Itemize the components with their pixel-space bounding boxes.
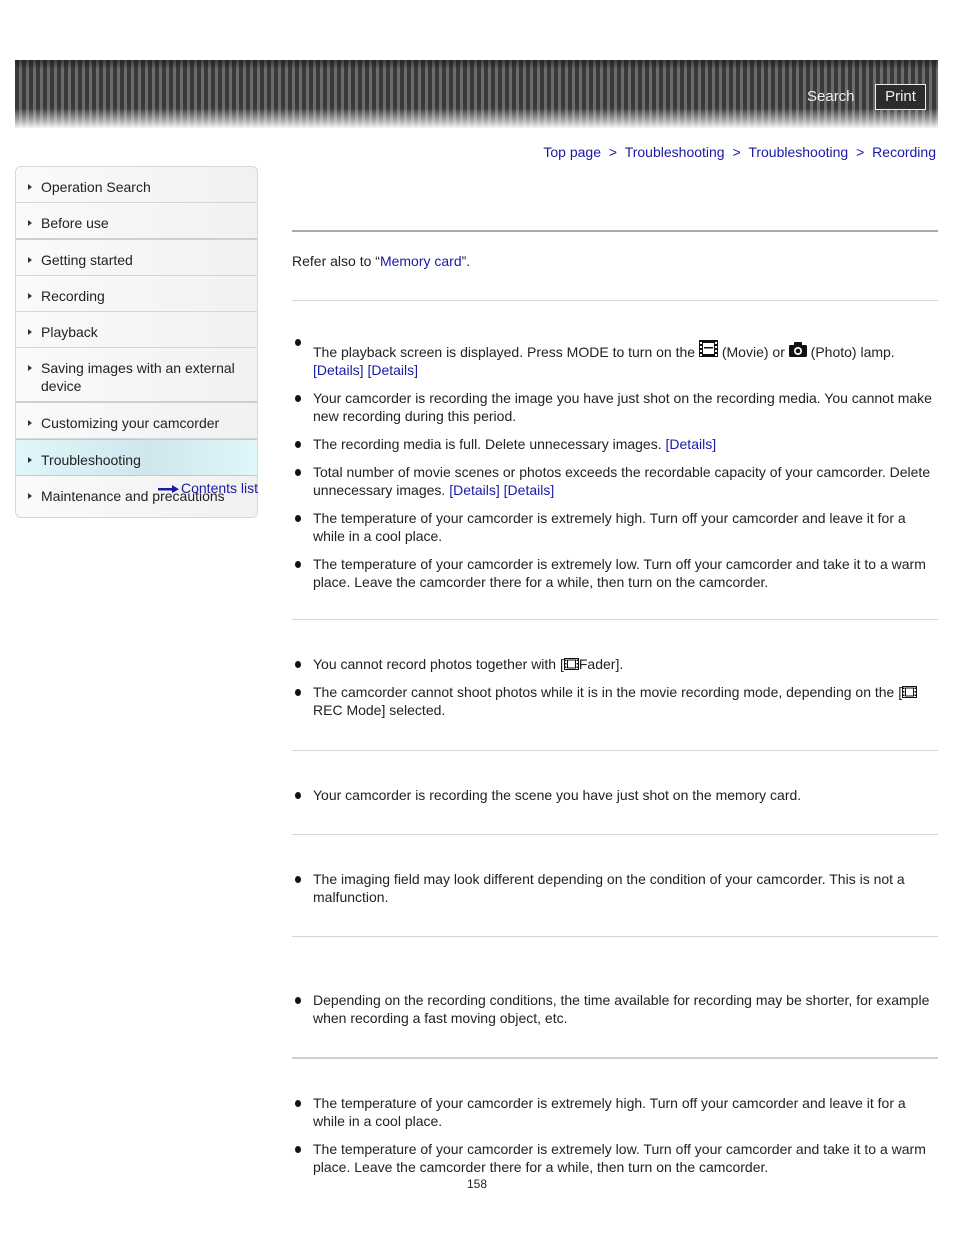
item-text: Your camcorder is recording the scene yo… — [313, 787, 802, 803]
item-text: The playback screen is displayed. Press … — [313, 344, 699, 360]
sidebar-item-label: Before use — [41, 215, 109, 231]
list-item: The camcorder cannot shoot photos while … — [292, 683, 938, 719]
list-item: The temperature of your camcorder is ext… — [292, 1140, 938, 1176]
sidebar-item-saving-images[interactable]: Saving images with an external device — [16, 348, 257, 403]
bullet-list-section-3: Your camcorder is recording the scene yo… — [292, 786, 938, 814]
sidebar-item-label: Troubleshooting — [41, 452, 141, 468]
list-item: Your camcorder is recording the scene yo… — [292, 786, 938, 804]
movie-icon — [698, 340, 718, 357]
contents-list-label: Contents list — [181, 480, 259, 496]
triangle-right-icon — [28, 220, 32, 226]
sidebar-item-before-use[interactable]: Before use — [16, 203, 257, 240]
list-item: The playback screen is displayed. Press … — [292, 337, 938, 379]
divider — [292, 750, 938, 751]
item-text: The recording media is full. Delete unne… — [313, 436, 666, 452]
breadcrumb-recording[interactable]: Recording — [872, 144, 936, 160]
bullet-list-section-4: The imaging field may look different dep… — [292, 870, 938, 916]
bullet-list-section-5: Depending on the recording conditions, t… — [292, 991, 938, 1037]
divider — [292, 834, 938, 835]
bullet-list-section-2: You cannot record photos together with [… — [292, 655, 938, 729]
sidebar-item-customizing[interactable]: Customizing your camcorder — [16, 403, 257, 439]
item-text: The imaging field may look different dep… — [313, 871, 905, 905]
page-number: 158 — [467, 1177, 488, 1191]
arrow-right-icon — [158, 485, 179, 494]
triangle-right-icon — [28, 329, 32, 335]
item-text: The temperature of your camcorder is ext… — [313, 1141, 926, 1175]
print-button[interactable]: Print — [875, 84, 926, 110]
details-link[interactable]: [Details] — [449, 482, 500, 498]
item-text: The temperature of your camcorder is ext… — [313, 1095, 906, 1129]
list-item: The imaging field may look different dep… — [292, 870, 938, 906]
sidebar-item-label: Customizing your camcorder — [41, 415, 220, 431]
details-link[interactable]: [Details] — [313, 362, 364, 378]
refer-also-text: Refer also to “Memory card”. — [292, 253, 470, 269]
list-item: Total number of movie scenes or photos e… — [292, 463, 938, 499]
breadcrumb-troubleshooting[interactable]: Troubleshooting — [625, 144, 725, 160]
item-text: You cannot record photos together with [ — [313, 656, 564, 672]
details-link[interactable]: [Details] — [367, 362, 418, 378]
item-text: (Photo) lamp. — [806, 344, 895, 360]
sidebar-item-label: Saving images with an external device — [41, 360, 235, 394]
breadcrumb-top-page[interactable]: Top page — [543, 144, 601, 160]
breadcrumb-separator: > — [856, 144, 865, 160]
breadcrumb: Top page > Troubleshooting > Troubleshoo… — [543, 144, 936, 160]
item-text: Your camcorder is recording the image yo… — [313, 390, 932, 424]
item-text: The temperature of your camcorder is ext… — [313, 510, 906, 544]
list-item: Depending on the recording conditions, t… — [292, 991, 938, 1027]
sidebar-item-label: Recording — [41, 288, 105, 304]
bullet-list-section-1: The playback screen is displayed. Press … — [292, 337, 938, 601]
contents-list-link[interactable]: Contents list — [158, 480, 258, 496]
item-text: Fader]. — [578, 656, 624, 672]
sidebar-nav: Operation Search Before use Getting star… — [15, 166, 258, 518]
triangle-right-icon — [28, 365, 32, 371]
sidebar-item-operation-search[interactable]: Operation Search — [16, 167, 257, 203]
breadcrumb-troubleshooting-sub[interactable]: Troubleshooting — [748, 144, 848, 160]
bullet-list-section-6: The temperature of your camcorder is ext… — [292, 1094, 938, 1186]
list-item: The temperature of your camcorder is ext… — [292, 1094, 938, 1130]
refer-prefix: Refer also to “ — [292, 253, 380, 269]
item-text: Total number of movie scenes or photos e… — [313, 464, 931, 498]
item-text: (Movie) or — [717, 344, 789, 360]
breadcrumb-separator: > — [732, 144, 741, 160]
triangle-right-icon — [28, 420, 32, 426]
triangle-right-icon — [28, 493, 32, 499]
sidebar-item-getting-started[interactable]: Getting started — [16, 240, 257, 276]
list-item: Your camcorder is recording the image yo… — [292, 389, 938, 425]
triangle-right-icon — [28, 257, 32, 263]
refer-suffix: ”. — [461, 253, 471, 269]
triangle-right-icon — [28, 293, 32, 299]
divider — [292, 619, 938, 620]
item-text: REC Mode] selected. — [313, 702, 446, 718]
details-link[interactable]: [Details] — [504, 482, 555, 498]
list-item: You cannot record photos together with [… — [292, 655, 938, 673]
sidebar-item-label: Playback — [41, 324, 98, 340]
memory-card-link[interactable]: Memory card — [380, 253, 462, 269]
movie-icon — [563, 658, 579, 670]
item-text: The temperature of your camcorder is ext… — [313, 556, 926, 590]
header-bar: Search Print — [15, 60, 938, 128]
list-item: The recording media is full. Delete unne… — [292, 435, 938, 453]
divider — [292, 300, 938, 301]
sidebar-item-label: Getting started — [41, 252, 133, 268]
triangle-right-icon — [28, 457, 32, 463]
sidebar-item-label: Operation Search — [41, 179, 151, 195]
divider — [292, 936, 938, 937]
sidebar-item-troubleshooting[interactable]: Troubleshooting — [16, 439, 257, 476]
item-text: Depending on the recording conditions, t… — [313, 992, 930, 1026]
divider — [292, 230, 938, 232]
list-item: The temperature of your camcorder is ext… — [292, 509, 938, 545]
details-link[interactable]: [Details] — [666, 436, 717, 452]
camera-icon — [788, 342, 807, 357]
breadcrumb-separator: > — [608, 144, 618, 160]
movie-icon — [902, 686, 918, 698]
search-link[interactable]: Search — [807, 88, 855, 105]
item-text: The camcorder cannot shoot photos while … — [313, 684, 903, 700]
divider — [292, 1057, 938, 1059]
list-item: The temperature of your camcorder is ext… — [292, 555, 938, 591]
sidebar-item-recording[interactable]: Recording — [16, 276, 257, 312]
sidebar-item-playback[interactable]: Playback — [16, 312, 257, 348]
triangle-right-icon — [28, 184, 32, 190]
